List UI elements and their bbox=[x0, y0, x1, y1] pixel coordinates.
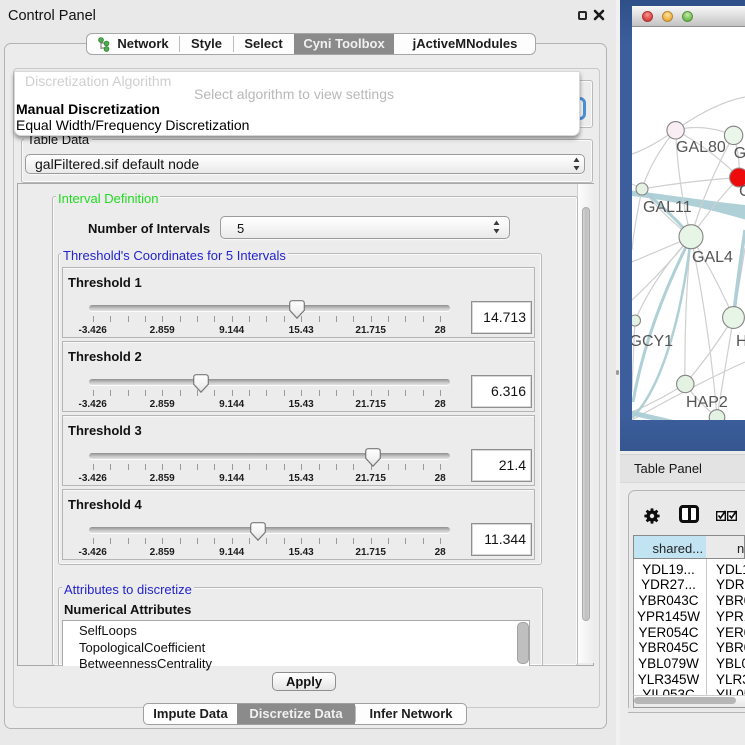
svg-text:GAL4: GAL4 bbox=[692, 249, 733, 266]
svg-text:HAP2: HAP2 bbox=[686, 394, 728, 411]
svg-text:GAL11: GAL11 bbox=[643, 199, 692, 216]
svg-text:GA: GA bbox=[734, 145, 745, 162]
svg-text:GCY1: GCY1 bbox=[632, 333, 673, 350]
svg-text:GAL80: GAL80 bbox=[676, 139, 726, 156]
svg-text:HI: HI bbox=[736, 333, 745, 350]
svg-text:C: C bbox=[739, 183, 745, 200]
